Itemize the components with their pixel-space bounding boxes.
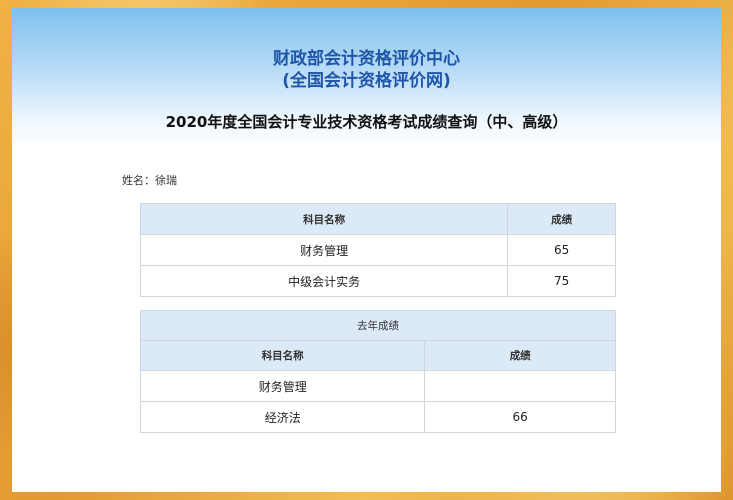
header-title-block: 财政部会计资格评价中心 (全国会计资格评价网) (12, 48, 721, 92)
subject-cell: 中级会计实务 (139, 265, 509, 297)
section-title: 去年成绩 (140, 310, 616, 341)
column-header-subject: 科目名称 (139, 203, 509, 235)
current-scores-table: 科目名称 成绩 财务管理 65 中级会计实务 75 (139, 203, 616, 297)
candidate-name: 姓名：徐瑞 (122, 174, 177, 187)
page-title: 2020年度全国会计专业技术资格考试成绩查询（中、高级） (165, 113, 568, 131)
table-row: 经济法 66 (139, 401, 616, 433)
subject-cell: 财务管理 (139, 370, 426, 402)
column-header-score: 成绩 (507, 203, 616, 235)
score-cell (424, 370, 616, 402)
table-row: 财务管理 65 (139, 234, 616, 266)
score-cell: 75 (507, 265, 616, 297)
table-header-row: 科目名称 成绩 (139, 340, 616, 371)
section-header-row: 去年成绩 (140, 310, 616, 341)
subject-cell: 财务管理 (139, 234, 509, 266)
score-cell: 66 (424, 401, 616, 433)
column-header-score: 成绩 (424, 340, 616, 371)
score-report-page: 财政部会计资格评价中心 (全国会计资格评价网) 2020年度全国会计专业技术资格… (12, 8, 721, 492)
last-year-scores-table: 去年成绩 科目名称 成绩 财务管理 经济法 66 (139, 310, 616, 433)
table-row: 财务管理 (139, 370, 616, 402)
org-name: 财政部会计资格评价中心 (273, 49, 460, 69)
score-cell: 65 (507, 234, 616, 266)
column-header-subject: 科目名称 (139, 340, 426, 371)
subject-cell: 经济法 (139, 401, 426, 433)
table-row: 中级会计实务 75 (139, 265, 616, 297)
table-header-row: 科目名称 成绩 (139, 203, 616, 235)
org-subtitle: (全国会计资格评价网) (282, 71, 451, 91)
